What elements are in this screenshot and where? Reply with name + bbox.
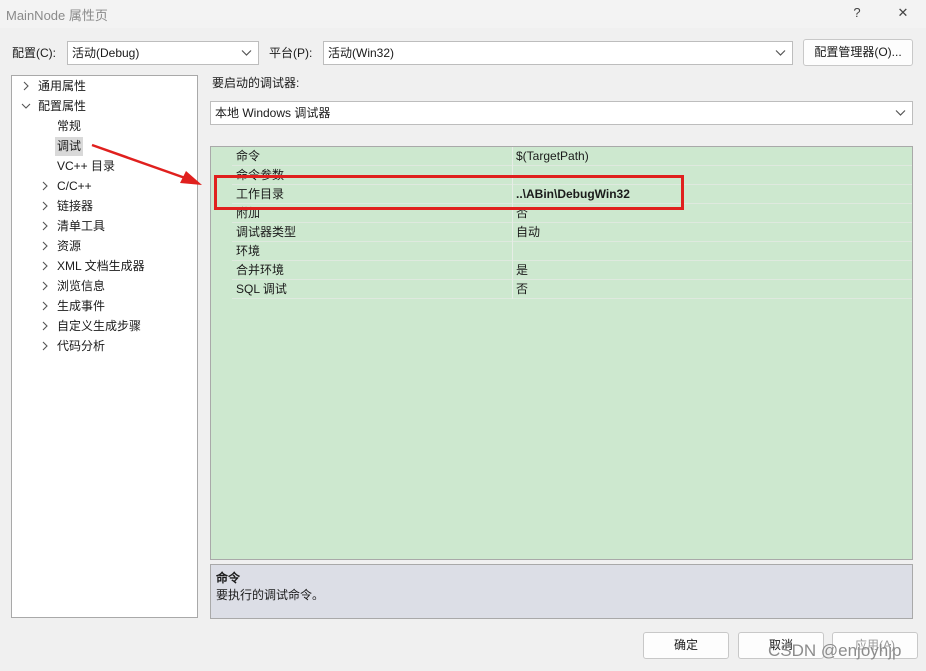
tree-item-label: 常规	[57, 119, 82, 133]
column-divider	[512, 242, 513, 261]
property-row[interactable]: SQL 调试 否	[211, 280, 912, 299]
tree-item[interactable]: 代码分析	[12, 337, 192, 356]
debugger-select-value: 本地 Windows 调试器	[215, 106, 331, 120]
chevron-right-icon[interactable]	[40, 181, 50, 191]
tree-item[interactable]: 常规	[12, 117, 192, 136]
chevron-right-icon[interactable]	[40, 341, 50, 351]
close-button[interactable]: ✕	[890, 3, 916, 25]
tree-item-label: 链接器	[57, 199, 94, 213]
help-button[interactable]: ?	[844, 3, 870, 25]
property-value[interactable]: 是	[516, 261, 528, 279]
platform-select[interactable]: 活动(Win32)	[323, 41, 793, 65]
column-divider	[512, 280, 513, 299]
row-gutter	[211, 242, 232, 261]
row-gutter	[211, 280, 232, 299]
column-divider	[512, 261, 513, 280]
column-divider	[512, 147, 513, 166]
property-row[interactable]: 合并环境 是	[211, 261, 912, 280]
platform-select-value: 活动(Win32)	[328, 46, 395, 60]
row-gutter	[211, 261, 232, 280]
tree-item-label: 通用属性	[38, 79, 87, 93]
config-label: 配置(C):	[12, 46, 56, 60]
tree-item[interactable]: 浏览信息	[12, 277, 192, 296]
platform-label: 平台(P):	[269, 46, 313, 60]
description-text: 要执行的调试命令。	[216, 588, 325, 602]
property-value[interactable]: 自动	[516, 223, 540, 241]
tree-item-label: 调试	[55, 137, 84, 156]
tree-item-label: 配置属性	[38, 99, 87, 113]
tree-item[interactable]: 清单工具	[12, 217, 192, 236]
tree-item[interactable]: 资源	[12, 237, 192, 256]
description-title: 命令	[216, 571, 241, 585]
property-row[interactable]: 命令 $(TargetPath)	[211, 147, 912, 166]
property-row[interactable]: 环境	[211, 242, 912, 261]
debugger-select[interactable]: 本地 Windows 调试器	[210, 101, 913, 125]
description-panel: 命令 要执行的调试命令。	[210, 564, 913, 619]
tree-item-label: XML 文档生成器	[57, 259, 145, 273]
chevron-right-icon[interactable]	[40, 301, 50, 311]
property-name: 命令	[236, 149, 261, 163]
chevron-down-icon	[895, 110, 906, 116]
tree-item-label: 清单工具	[57, 219, 106, 233]
chevron-right-icon[interactable]	[40, 201, 50, 211]
chevron-down-icon	[775, 50, 786, 56]
watermark: CSDN @enjoyhjp	[768, 641, 902, 660]
row-gutter	[211, 223, 232, 242]
tree-item[interactable]: 自定义生成步骤	[12, 317, 192, 336]
config-select-value: 活动(Debug)	[72, 46, 140, 60]
config-select[interactable]: 活动(Debug)	[67, 41, 259, 65]
highlight-box	[214, 175, 684, 210]
property-value[interactable]: $(TargetPath)	[516, 147, 589, 165]
property-name: SQL 调试	[236, 282, 287, 296]
tree-item[interactable]: 生成事件	[12, 297, 192, 316]
property-name: 调试器类型	[236, 225, 297, 239]
annotation-arrow-icon	[91, 143, 202, 185]
config-manager-button[interactable]: 配置管理器(O)...	[803, 39, 913, 66]
tree-item-label: 自定义生成步骤	[57, 319, 142, 333]
tree-item-label: 资源	[57, 239, 82, 253]
property-name: 环境	[236, 244, 261, 258]
chevron-right-icon[interactable]	[40, 221, 50, 231]
chevron-right-icon[interactable]	[40, 281, 50, 291]
tree-item[interactable]: 链接器	[12, 197, 192, 216]
tree-item-label: 生成事件	[57, 299, 106, 313]
property-name: 合并环境	[236, 263, 285, 277]
ok-button[interactable]: 确定	[643, 632, 729, 659]
property-value[interactable]: 否	[516, 280, 528, 298]
tree-item-label: 浏览信息	[57, 279, 106, 293]
window-title: MainNode 属性页	[6, 8, 108, 23]
property-row[interactable]: 调试器类型 自动	[211, 223, 912, 242]
tree-item[interactable]: 配置属性	[12, 97, 192, 116]
chevron-right-icon[interactable]	[40, 241, 50, 251]
chevron-right-icon[interactable]	[40, 261, 50, 271]
chevron-right-icon[interactable]	[40, 321, 50, 331]
title-bar: MainNode 属性页 ? ✕	[0, 0, 926, 28]
chevron-down-icon[interactable]	[21, 101, 31, 111]
column-divider	[512, 223, 513, 242]
chevron-down-icon	[241, 50, 252, 56]
chevron-right-icon[interactable]	[21, 81, 31, 91]
tree-item-label: 代码分析	[57, 339, 106, 353]
debugger-label: 要启动的调试器:	[212, 76, 300, 90]
tree-item[interactable]: XML 文档生成器	[12, 257, 192, 276]
tree-item[interactable]: 通用属性	[12, 77, 192, 96]
